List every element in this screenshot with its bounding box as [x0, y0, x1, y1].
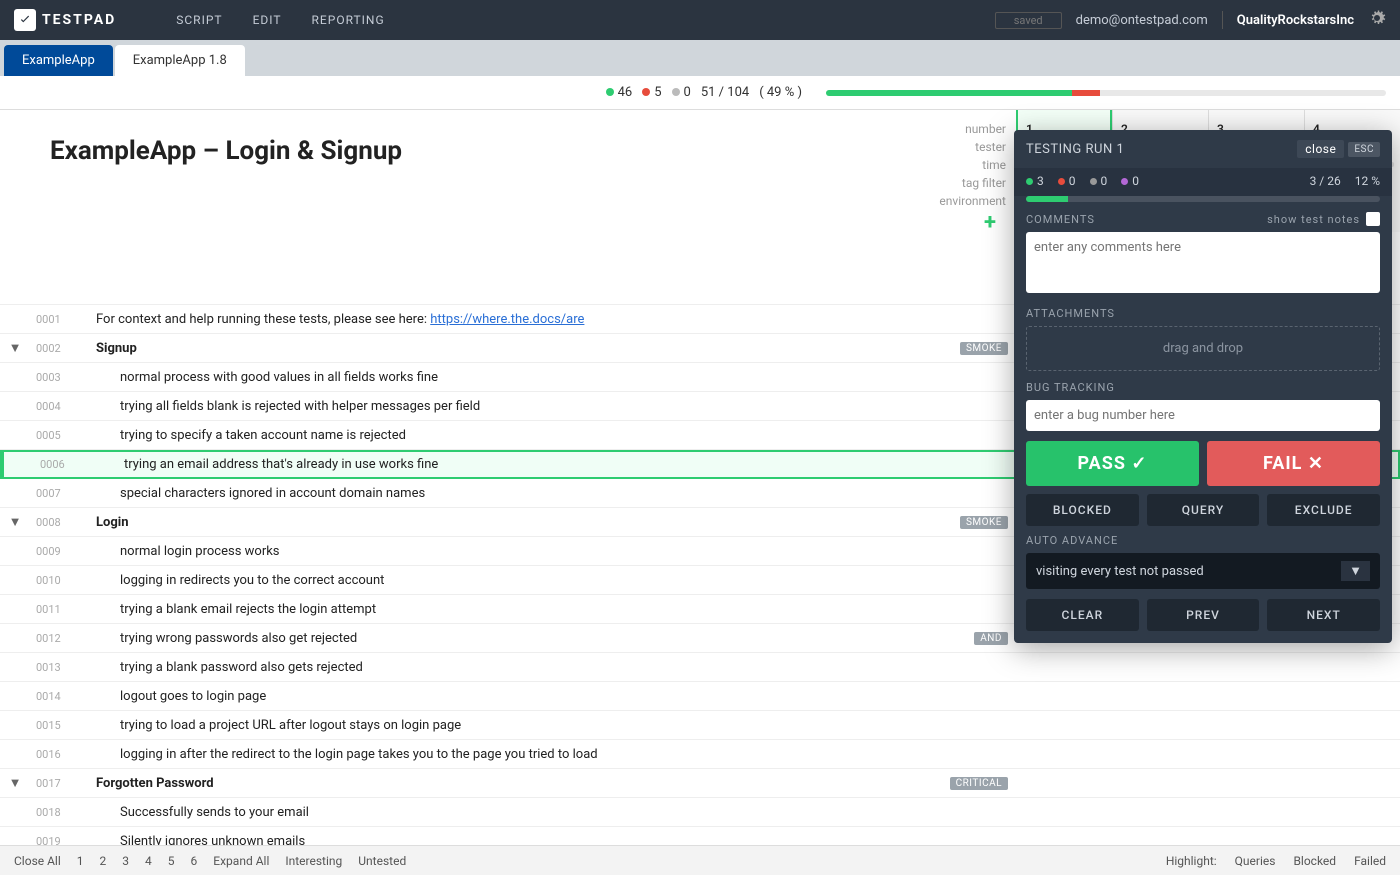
overall-progress	[826, 90, 1386, 96]
highlight-blocked[interactable]: Blocked	[1293, 854, 1336, 868]
stat-pct: ( 49 % )	[759, 85, 802, 100]
close-all-button[interactable]: Close All	[14, 854, 61, 868]
pass-button[interactable]: PASS ✓	[1026, 441, 1199, 486]
level-1[interactable]: 1	[77, 854, 84, 868]
panel-title: TESTING RUN 1	[1026, 142, 1297, 157]
run-meta-labels: numbertestertimetag filterenvironment +	[939, 110, 1016, 232]
logo-icon	[14, 9, 36, 31]
test-row[interactable]: 0015trying to load a project URL after l…	[0, 711, 1400, 740]
topbar: TESTPAD SCRIPT EDIT REPORTING saved demo…	[0, 0, 1400, 40]
stats-bar: 46 5 0 51 / 104 ( 49 % )	[0, 76, 1400, 110]
test-row[interactable]: ▼0017Forgotten PasswordCRITICAL	[0, 769, 1400, 798]
prev-button[interactable]: PREV	[1147, 599, 1260, 631]
query-button[interactable]: QUERY	[1147, 494, 1260, 526]
highlight-failed[interactable]: Failed	[1354, 854, 1386, 868]
stat-pass: 46	[606, 85, 633, 100]
panel-progress	[1026, 196, 1380, 202]
comments-label: COMMENTS	[1026, 213, 1095, 226]
chevron-down-icon: ▼	[1341, 561, 1370, 581]
level-5[interactable]: 5	[168, 854, 175, 868]
highlight-label: Highlight:	[1166, 854, 1217, 868]
tab-exampleapp[interactable]: ExampleApp	[4, 45, 113, 76]
exclude-button[interactable]: EXCLUDE	[1267, 494, 1380, 526]
esc-label: ESC	[1348, 142, 1380, 157]
nav-reporting[interactable]: REPORTING	[312, 13, 385, 27]
bottom-bar: Close All 1 2 3 4 5 6 Expand All Interes…	[0, 845, 1400, 875]
test-row[interactable]: 0019Silently ignores unknown emails	[0, 827, 1400, 845]
show-notes-label[interactable]: show test notes	[1267, 213, 1360, 226]
auto-advance-label: AUTO ADVANCE	[1026, 534, 1380, 547]
next-button[interactable]: NEXT	[1267, 599, 1380, 631]
untested-button[interactable]: Untested	[358, 854, 406, 868]
test-row[interactable]: 0016logging in after the redirect to the…	[0, 740, 1400, 769]
fail-button[interactable]: FAIL ✕	[1207, 441, 1380, 486]
add-run-button[interactable]: +	[939, 214, 1006, 232]
bug-label: BUG TRACKING	[1026, 381, 1380, 394]
level-3[interactable]: 3	[122, 854, 129, 868]
stat-progress: 51 / 104	[701, 85, 749, 100]
clear-button[interactable]: CLEAR	[1026, 599, 1139, 631]
test-row[interactable]: 0018Successfully sends to your email	[0, 798, 1400, 827]
level-4[interactable]: 4	[145, 854, 152, 868]
gear-icon[interactable]	[1368, 9, 1386, 31]
tab-strip: ExampleApp ExampleApp 1.8	[0, 40, 1400, 76]
expand-all-button[interactable]: Expand All	[213, 854, 269, 868]
bug-input[interactable]	[1026, 400, 1380, 431]
test-row[interactable]: 0014logout goes to login page	[0, 682, 1400, 711]
saved-badge: saved	[995, 12, 1062, 29]
org-name[interactable]: QualityRockstarsInc	[1237, 13, 1354, 28]
comments-input[interactable]	[1026, 232, 1380, 293]
attachments-label: ATTACHMENTS	[1026, 307, 1380, 320]
test-row[interactable]: 0013trying a blank password also gets re…	[0, 653, 1400, 682]
stat-other: 0	[672, 85, 691, 100]
tab-exampleapp-18[interactable]: ExampleApp 1.8	[115, 45, 245, 76]
stat-fail: 5	[642, 85, 661, 100]
divider	[1222, 11, 1223, 29]
brand-text: TESTPAD	[42, 12, 116, 28]
user-email[interactable]: demo@ontestpad.com	[1076, 13, 1208, 28]
brand-logo[interactable]: TESTPAD	[14, 9, 116, 31]
highlight-queries[interactable]: Queries	[1235, 854, 1276, 868]
close-button[interactable]: close	[1297, 140, 1344, 158]
attachments-dropzone[interactable]: drag and drop	[1026, 326, 1380, 371]
interesting-button[interactable]: Interesting	[285, 854, 342, 868]
test-run-panel: TESTING RUN 1 close ESC 3 0 0 0 3 / 26 1…	[1014, 130, 1392, 643]
blocked-button[interactable]: BLOCKED	[1026, 494, 1139, 526]
nav-edit[interactable]: EDIT	[253, 13, 282, 27]
nav-script[interactable]: SCRIPT	[176, 13, 222, 27]
top-nav: SCRIPT EDIT REPORTING	[176, 13, 384, 27]
panel-stats: 3 0 0 0 3 / 26 12 %	[1014, 168, 1392, 196]
level-6[interactable]: 6	[191, 854, 198, 868]
auto-advance-select[interactable]: visiting every test not passed▼	[1026, 553, 1380, 589]
show-notes-checkbox[interactable]	[1366, 212, 1380, 226]
level-2[interactable]: 2	[100, 854, 107, 868]
